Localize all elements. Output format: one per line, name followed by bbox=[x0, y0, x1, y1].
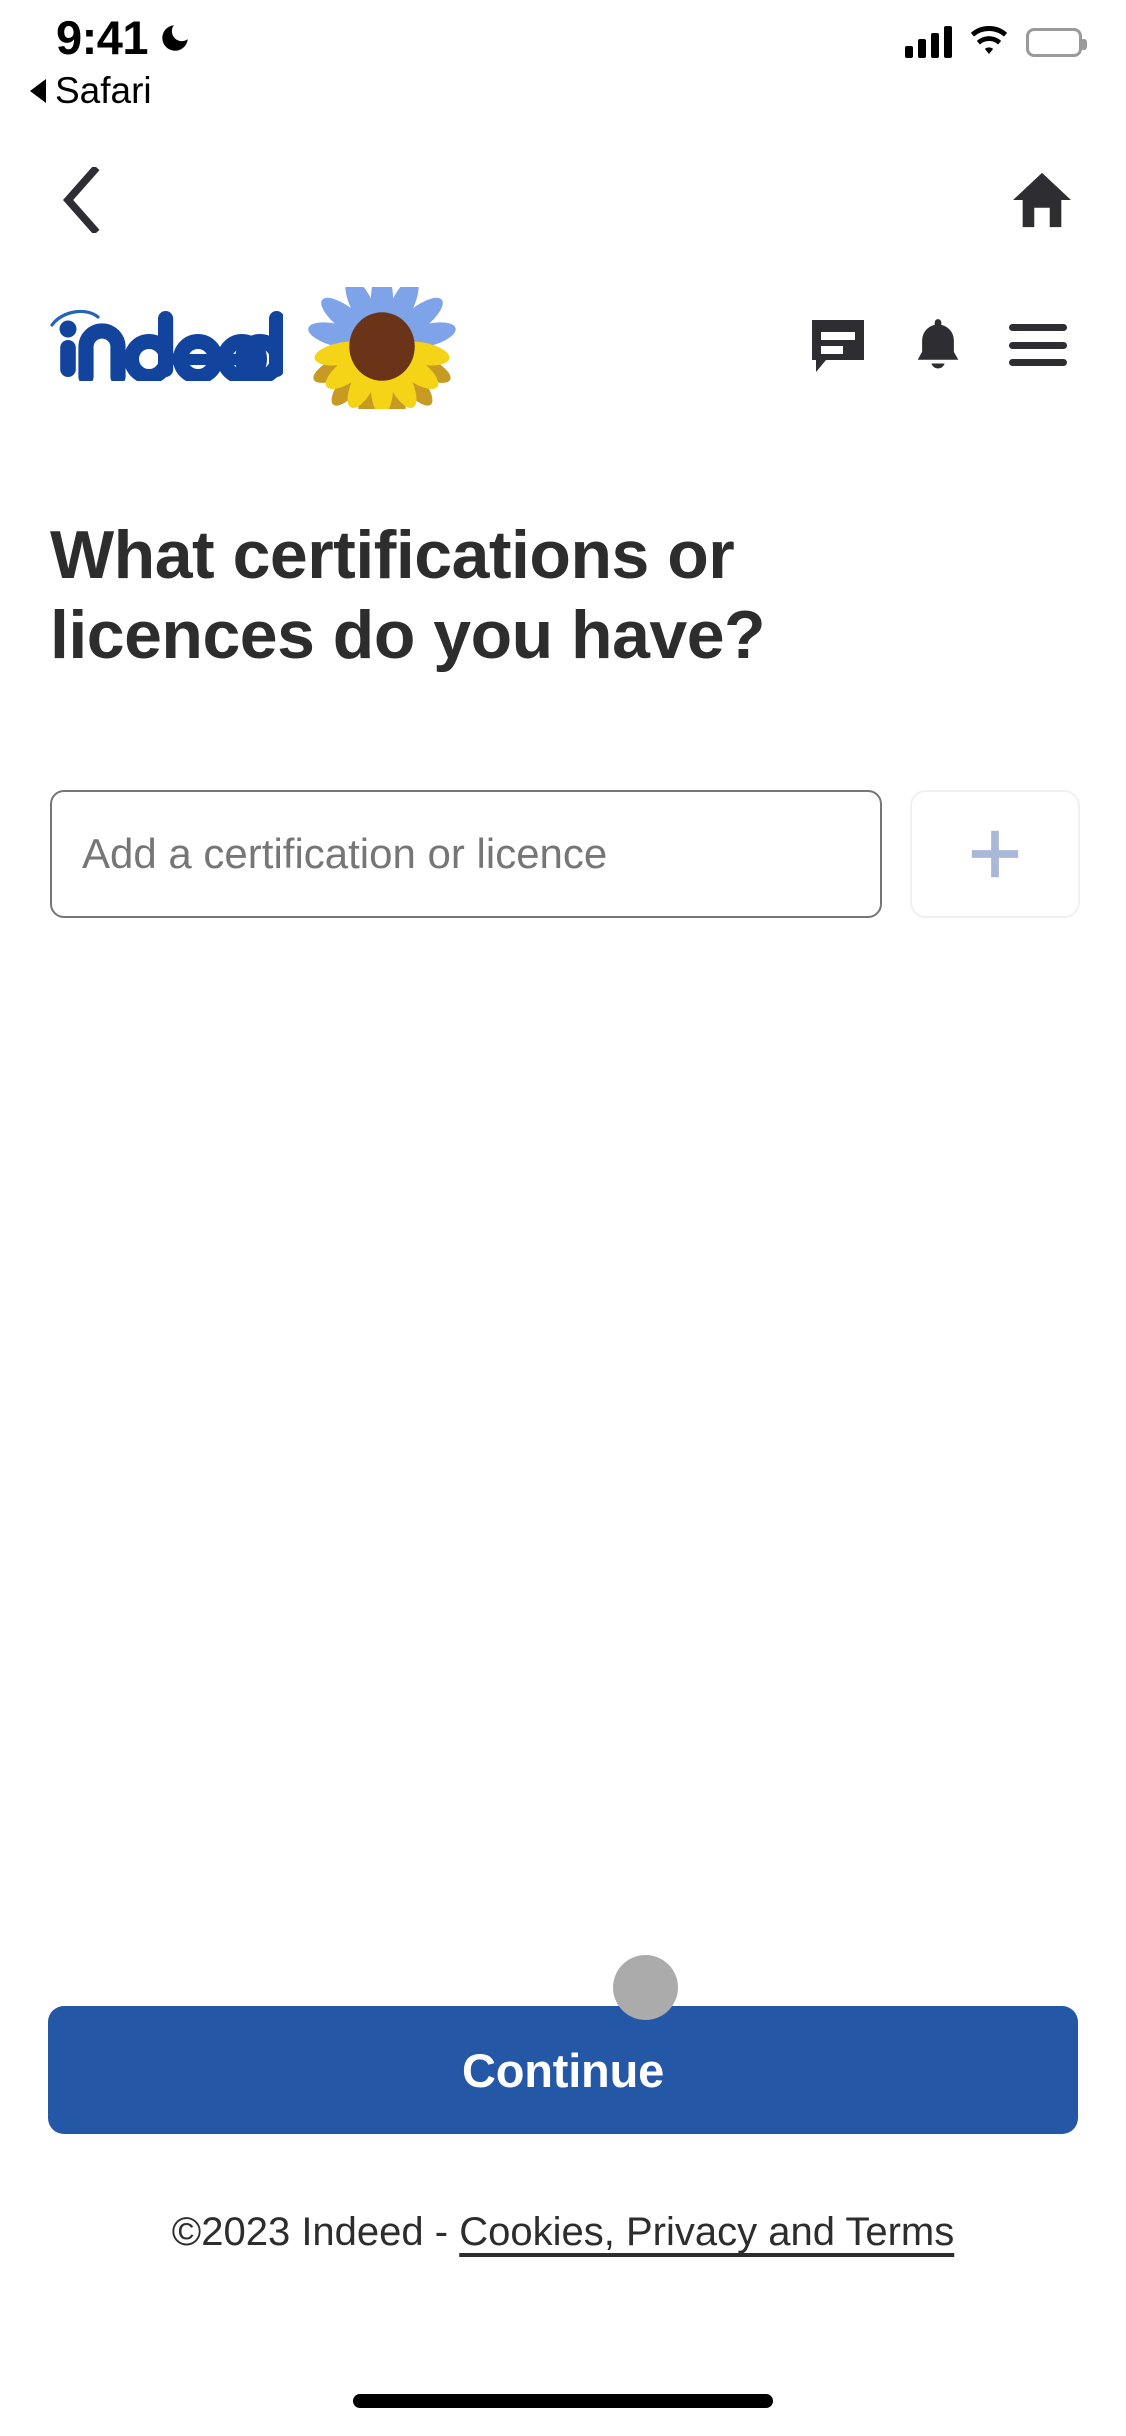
sunflower-icon bbox=[308, 287, 456, 409]
moon-icon bbox=[162, 24, 188, 51]
safari-return-link[interactable]: Safari bbox=[30, 72, 152, 109]
hamburger-menu-icon bbox=[1009, 324, 1067, 366]
header-action-group bbox=[788, 280, 1088, 410]
cellular-signal-icon bbox=[905, 26, 952, 58]
mobile-screen: 9:41 Safari What certifications or licen… bbox=[0, 0, 1126, 2436]
indeed-logo-link[interactable] bbox=[48, 280, 457, 410]
back-triangle-icon bbox=[30, 78, 46, 103]
cursor-pointer-indicator bbox=[613, 1955, 678, 2020]
legal-footer: ©2023 Indeed - Cookies, Privacy and Term… bbox=[0, 2212, 1126, 2252]
page-title: What certifications or licences do you h… bbox=[50, 517, 766, 674]
wifi-icon bbox=[970, 26, 1008, 54]
status-time-group: 9:41 bbox=[56, 14, 192, 61]
add-certification-button[interactable] bbox=[910, 790, 1080, 918]
battery-full-icon bbox=[1026, 27, 1087, 57]
notifications-button[interactable] bbox=[888, 295, 988, 395]
cookies-privacy-terms-link[interactable]: Cookies, Privacy and Terms bbox=[459, 2210, 954, 2254]
safari-return-label: Safari bbox=[55, 70, 152, 111]
indeed-logo bbox=[50, 309, 283, 381]
continue-button[interactable]: Continue bbox=[48, 2006, 1078, 2134]
plus-icon bbox=[971, 830, 1019, 878]
browser-nav-bar bbox=[0, 150, 1126, 255]
ios-status-bar: 9:41 Safari bbox=[0, 0, 1126, 150]
status-bar-indicators bbox=[905, 26, 1087, 58]
copyright-text: ©2023 Indeed - bbox=[171, 2210, 449, 2254]
back-button[interactable] bbox=[42, 160, 122, 240]
home-button[interactable] bbox=[1002, 162, 1082, 238]
home-icon bbox=[1013, 172, 1071, 228]
certification-input-row bbox=[50, 790, 1080, 918]
menu-button[interactable] bbox=[988, 295, 1088, 395]
home-indicator[interactable] bbox=[353, 2394, 773, 2408]
indeed-site-header bbox=[0, 280, 1126, 410]
status-bar-time: 9:41 bbox=[56, 11, 149, 64]
chevron-left-icon bbox=[63, 167, 100, 233]
message-bubble-icon bbox=[812, 320, 864, 372]
certification-input[interactable] bbox=[50, 790, 882, 918]
messages-button[interactable] bbox=[788, 295, 888, 395]
bell-icon bbox=[917, 319, 959, 369]
